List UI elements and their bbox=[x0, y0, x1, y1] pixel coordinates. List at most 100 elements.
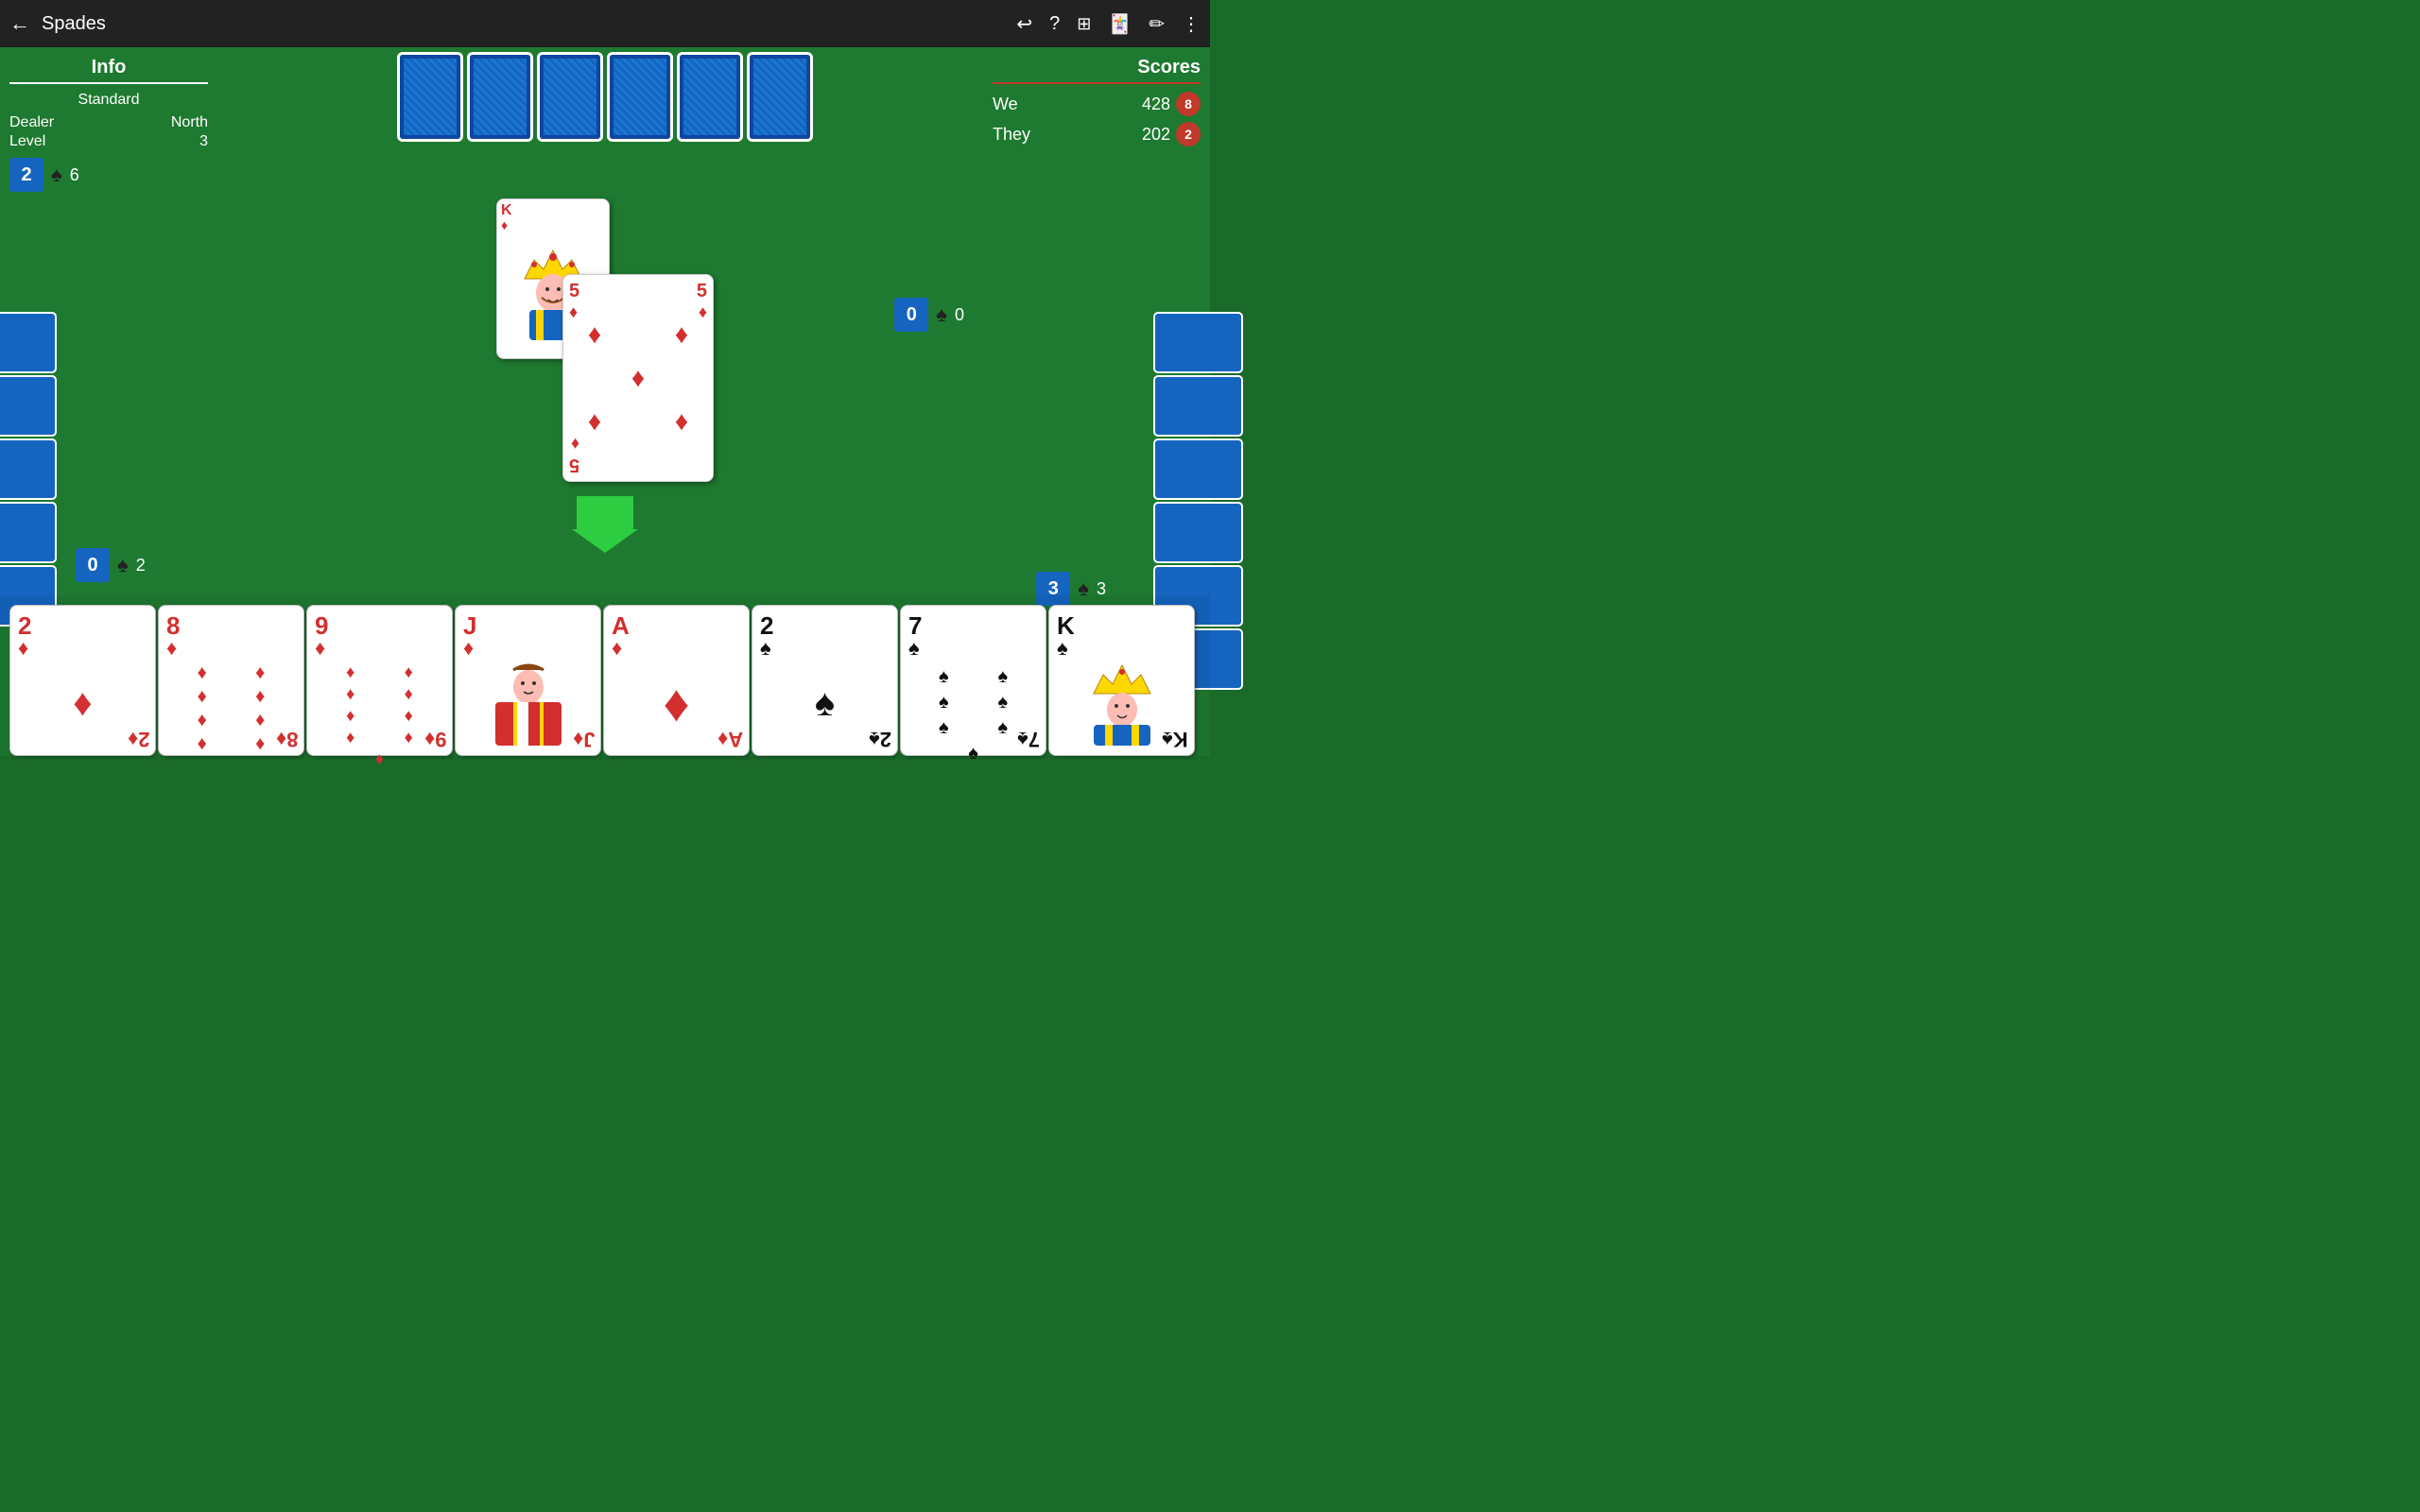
level-value: 3 bbox=[199, 133, 208, 150]
five-rank-top: 5 bbox=[569, 281, 579, 302]
card-top-jd: J ♦ bbox=[463, 613, 593, 659]
hand-card-ad[interactable]: A ♦ ♦ A♦ bbox=[603, 605, 750, 756]
pip-7 bbox=[616, 400, 660, 443]
five-of-diamonds: 5 ♦ 5 ♦ ♦ ♦ ♦ ♦ ♦ 5 ♦ bbox=[562, 274, 714, 482]
we-score-badge: 428 8 bbox=[1142, 92, 1201, 116]
scores-panel: Scores We 428 8 They 202 2 bbox=[993, 57, 1201, 152]
north-card-1 bbox=[397, 52, 463, 142]
hand-card-8d[interactable]: 8 ♦ ♦♦ ♦♦ ♦♦ ♦♦ 8♦ bbox=[158, 605, 304, 756]
info-dealer-row: Dealer North bbox=[9, 114, 208, 131]
west-card-1 bbox=[0, 312, 57, 373]
we-bags-badge: 8 bbox=[1176, 92, 1201, 116]
help-button[interactable]: ? bbox=[1049, 13, 1060, 35]
king-corner-top: K ♦ bbox=[501, 203, 605, 232]
north-bid-area: 0 ♠ 0 bbox=[894, 298, 964, 332]
game-table: Info Standard Dealer North Level 3 2 ♠ 6… bbox=[0, 47, 1210, 756]
rank-2s: 2 bbox=[760, 613, 773, 638]
rank-8d: 8 bbox=[166, 613, 180, 638]
jack-image bbox=[491, 661, 566, 746]
hand-card-7s[interactable]: 7 ♠ ♠♠ ♠♠ ♠♠ ♠ 7♠ bbox=[900, 605, 1046, 756]
east-card-2 bbox=[1153, 375, 1243, 437]
five-rank-bottom: 5 bbox=[569, 454, 579, 475]
south-bid-spade: ♠ bbox=[51, 163, 62, 187]
save-button[interactable]: 🃏 bbox=[1108, 12, 1132, 36]
king-rank-top: K bbox=[501, 203, 512, 218]
pip-2 bbox=[616, 313, 660, 356]
we-score-row: We 428 8 bbox=[993, 92, 1201, 116]
suit-2s: ♠ bbox=[760, 638, 771, 659]
info-panel: Info Standard Dealer North Level 3 2 ♠ 6 bbox=[9, 57, 208, 192]
hand-card-9d[interactable]: 9 ♦ ♦♦ ♦♦ ♦♦ ♦♦ ♦ 9♦ bbox=[306, 605, 453, 756]
card-top-ks: K ♠ bbox=[1057, 613, 1186, 659]
west-hand bbox=[0, 312, 57, 627]
pip-1: ♦ bbox=[573, 313, 616, 356]
dealer-value: North bbox=[171, 114, 208, 131]
pip-center: ♦ bbox=[616, 356, 660, 400]
pip-3: ♦ bbox=[660, 313, 703, 356]
card-top-9d: 9 ♦ bbox=[315, 613, 444, 659]
west-bid-box: 0 bbox=[76, 548, 110, 582]
suit-ks: ♠ bbox=[1057, 638, 1068, 659]
bottom-2s: 2♠ bbox=[869, 729, 891, 749]
west-card-3 bbox=[0, 438, 57, 500]
pips-7s: ♠♠ ♠♠ ♠♠ ♠ bbox=[908, 659, 1038, 772]
five-suit-bottom: ♦ bbox=[569, 434, 579, 454]
west-bid-spade: ♠ bbox=[117, 553, 129, 577]
hand-card-jd[interactable]: J ♦ J♦ bbox=[455, 605, 601, 756]
hand-card-2d[interactable]: 2 ♦ ♦ 2♦ bbox=[9, 605, 156, 756]
bottom-hand: 2 ♦ ♦ 2♦ 8 ♦ ♦♦ ♦♦ ♦♦ ♦♦ 8♦ 9 ♦ bbox=[0, 595, 1210, 756]
five-rank-top-right: 5 bbox=[697, 281, 707, 302]
edit-button[interactable]: ✏ bbox=[1149, 12, 1165, 36]
suit-2d: ♦ bbox=[18, 638, 28, 659]
south-turn-arrow bbox=[572, 496, 638, 558]
east-card-3 bbox=[1153, 438, 1243, 500]
north-card-6 bbox=[747, 52, 813, 142]
bottom-7s: 7♠ bbox=[1017, 729, 1040, 749]
top-actions: ↩ ? ⊞ 🃏 ✏ ⋮ bbox=[1016, 12, 1201, 36]
north-card-2 bbox=[467, 52, 533, 142]
pips-9d: ♦♦ ♦♦ ♦♦ ♦♦ ♦ bbox=[315, 659, 444, 773]
suit-9d: ♦ bbox=[315, 638, 325, 659]
west-bid-area: 0 ♠ 2 bbox=[76, 548, 146, 582]
app-title: Spades bbox=[42, 13, 1016, 35]
king-spade-image bbox=[1084, 661, 1160, 746]
they-bags-badge: 2 bbox=[1176, 122, 1201, 146]
rank-7s: 7 bbox=[908, 613, 922, 638]
north-tricks: 0 bbox=[955, 305, 964, 325]
pip-5 bbox=[660, 356, 703, 400]
scores-title: Scores bbox=[993, 57, 1201, 84]
they-score-badge: 202 2 bbox=[1142, 122, 1201, 146]
suit-7s: ♠ bbox=[908, 638, 920, 659]
they-label: They bbox=[993, 125, 1030, 145]
west-card-2 bbox=[0, 375, 57, 437]
suit-8d: ♦ bbox=[166, 638, 177, 659]
bottom-ks: K♠ bbox=[1162, 729, 1188, 749]
south-bid-box: 2 bbox=[9, 158, 43, 192]
five-pips-grid: ♦ ♦ ♦ ♦ ♦ bbox=[563, 303, 713, 453]
back-button[interactable]: ← bbox=[9, 11, 30, 36]
north-bid-spade: ♠ bbox=[936, 302, 947, 327]
king-suit-top: ♦ bbox=[501, 218, 508, 232]
north-card-3 bbox=[537, 52, 603, 142]
west-tricks: 2 bbox=[136, 556, 146, 576]
more-button[interactable]: ⋮ bbox=[1182, 12, 1201, 36]
level-label: Level bbox=[9, 133, 45, 150]
hand-card-2s[interactable]: 2 ♠ ♠ 2♠ bbox=[752, 605, 898, 756]
hand-card-ks[interactable]: K ♠ K♠ bbox=[1048, 605, 1195, 756]
rank-ks: K bbox=[1057, 613, 1075, 638]
info-level-row: Level 3 bbox=[9, 133, 208, 150]
suit-ad: ♦ bbox=[612, 638, 622, 659]
center-play-area: K ♦ bbox=[440, 198, 770, 482]
five-corner-bottom: 5 ♦ bbox=[569, 434, 579, 475]
gift-button[interactable]: ⊞ bbox=[1077, 14, 1091, 34]
info-title: Info bbox=[9, 57, 208, 84]
south-tricks-count: 6 bbox=[70, 165, 79, 185]
undo-button[interactable]: ↩ bbox=[1016, 12, 1032, 36]
arrow-icon bbox=[572, 496, 638, 553]
rank-ad: A bbox=[612, 613, 630, 638]
card-top-2s: 2 ♠ bbox=[760, 613, 890, 659]
north-card-4 bbox=[607, 52, 673, 142]
they-score-row: They 202 2 bbox=[993, 122, 1201, 146]
rank-jd: J bbox=[463, 613, 476, 638]
card-top-ad: A ♦ bbox=[612, 613, 741, 659]
